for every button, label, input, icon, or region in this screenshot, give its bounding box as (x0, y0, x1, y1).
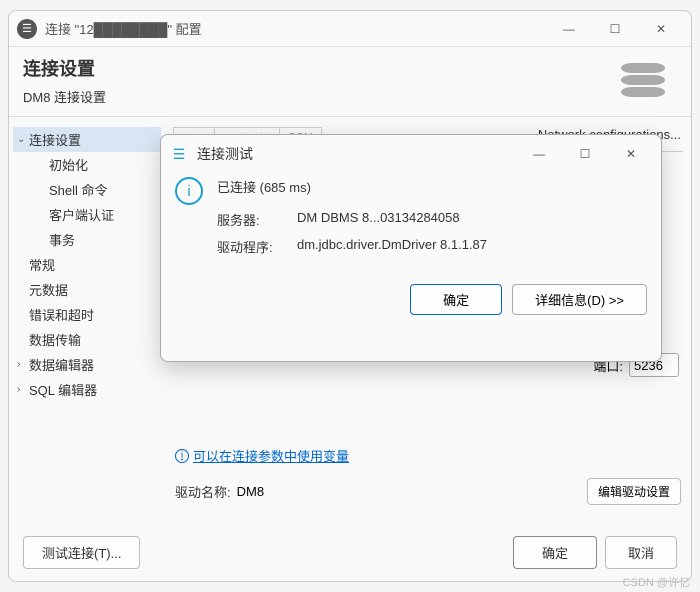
dialog-close-button[interactable]: ✕ (609, 139, 653, 169)
driver-name-value: DM8 (237, 484, 587, 499)
app-icon: ☰ (17, 19, 37, 39)
dialog-detail-button[interactable]: 详细信息(D) >> (512, 284, 647, 315)
info-icon: i (175, 449, 189, 463)
database-icon (621, 63, 669, 99)
dialog-ok-button[interactable]: 确定 (410, 284, 502, 315)
chevron-right-icon: › (17, 359, 29, 370)
page-title: 连接设置 (23, 55, 621, 81)
server-label: 服务器: (217, 210, 297, 229)
variable-link[interactable]: i 可以在连接参数中使用变量 (175, 446, 349, 465)
sidebar-item-client-auth[interactable]: 客户端认证 (13, 202, 161, 227)
cancel-button[interactable]: 取消 (605, 536, 677, 569)
sidebar-item-init[interactable]: 初始化 (13, 152, 161, 177)
window-title: 连接 "12████████" 配置 (45, 19, 547, 38)
server-value: DM DBMS 8...03134284058 (297, 210, 460, 229)
sidebar-item-general[interactable]: 常规 (13, 252, 161, 277)
sidebar-item-data-editor[interactable]: ›数据编辑器 (13, 352, 161, 377)
driver-value: dm.jdbc.driver.DmDriver 8.1.1.87 (297, 237, 487, 256)
sidebar-item-transaction[interactable]: 事务 (13, 227, 161, 252)
sidebar-item-error-timeout[interactable]: 错误和超时 (13, 302, 161, 327)
ok-button[interactable]: 确定 (513, 536, 597, 569)
sidebar-item-data-transfer[interactable]: 数据传输 (13, 327, 161, 352)
minimize-button[interactable]: — (547, 14, 591, 44)
chevron-down-icon: ⌄ (17, 134, 29, 145)
sidebar-item-label: 连接设置 (29, 130, 157, 149)
driver-name-label: 驱动名称: (175, 482, 231, 501)
dialog-message: 已连接 (685 ms) (217, 177, 641, 196)
header: 连接设置 DM8 连接设置 (9, 47, 691, 110)
page-subtitle: DM8 连接设置 (23, 87, 621, 106)
footer: 测试连接(T)... 确定 取消 (23, 536, 677, 569)
test-connection-button[interactable]: 测试连接(T)... (23, 536, 140, 569)
info-icon: i (175, 177, 203, 205)
dialog-title: 连接测试 (197, 144, 517, 164)
sidebar: ⌄ 连接设置 初始化 Shell 命令 客户端认证 事务 常规 元数据 错误和超… (9, 117, 165, 525)
sidebar-item-shell[interactable]: Shell 命令 (13, 177, 161, 202)
dialog-maximize-button[interactable]: ☐ (563, 139, 607, 169)
sidebar-item-sql-editor[interactable]: ›SQL 编辑器 (13, 377, 161, 402)
maximize-button[interactable]: ☐ (593, 14, 637, 44)
watermark: CSDN @许忆 (623, 574, 690, 590)
database-small-icon: ☰ (169, 144, 189, 164)
close-button[interactable]: ✕ (639, 14, 683, 44)
sidebar-item-metadata[interactable]: 元数据 (13, 277, 161, 302)
sidebar-item-connection-settings[interactable]: ⌄ 连接设置 (13, 127, 161, 152)
dialog-minimize-button[interactable]: — (517, 139, 561, 169)
chevron-right-icon: › (17, 384, 29, 395)
driver-label: 驱动程序: (217, 237, 297, 256)
edit-driver-button[interactable]: 编辑驱动设置 (587, 478, 681, 505)
connection-test-dialog: ☰ 连接测试 — ☐ ✕ i 已连接 (685 ms) 服务器: DM DBMS… (160, 134, 662, 362)
titlebar: ☰ 连接 "12████████" 配置 — ☐ ✕ (9, 11, 691, 47)
